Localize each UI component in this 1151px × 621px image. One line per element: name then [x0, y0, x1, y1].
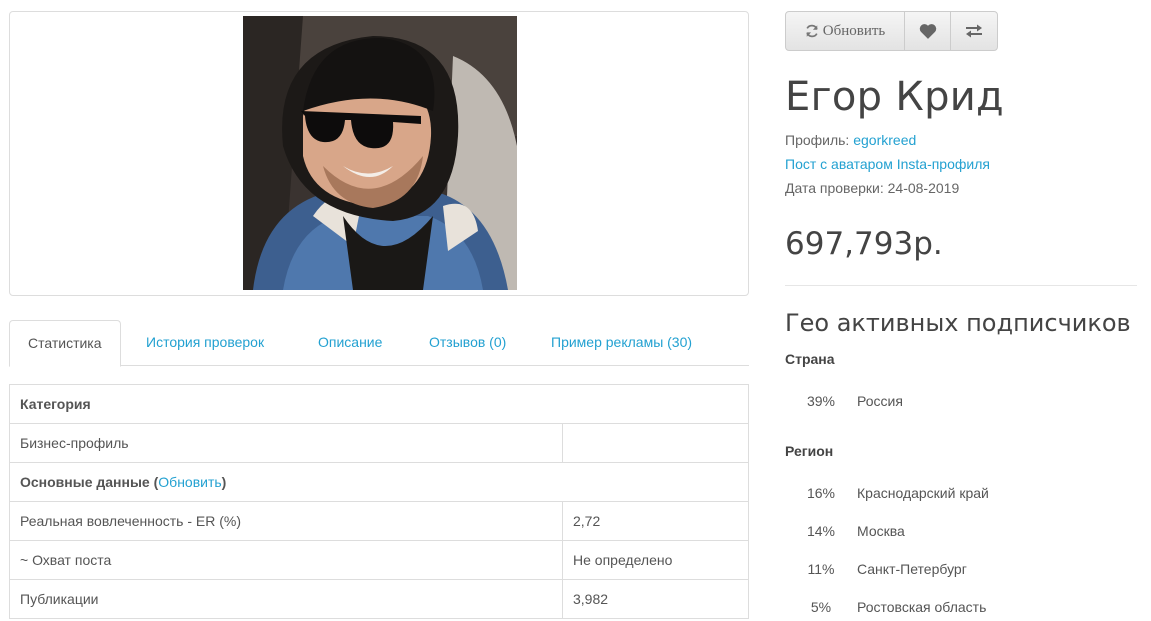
- tab-description[interactable]: Описание: [300, 320, 400, 366]
- profile-image-panel: [9, 11, 749, 296]
- geo-name: Краснодарский край: [857, 485, 989, 501]
- tab-ad-examples[interactable]: Пример рекламы (30): [533, 320, 710, 366]
- row-value: 2,72: [562, 501, 749, 541]
- geo-region-row: 11% Санкт-Петербург: [785, 561, 967, 577]
- stats-table: Категория Бизнес-профиль Основные данные…: [9, 384, 749, 619]
- avatar-post-line: Пост с аватаром Insta-профиля: [785, 156, 990, 172]
- row-label: ~ Охват поста: [9, 540, 563, 580]
- region-label: Регион: [785, 443, 834, 459]
- refresh-button-label: Обновить: [822, 22, 886, 39]
- table-section-header: Основные данные (Обновить): [9, 462, 749, 502]
- row-label: Реальная вовлеченность - ER (%): [9, 501, 563, 541]
- table-row: Реальная вовлеченность - ER (%) 2,72: [9, 501, 749, 541]
- geo-name: Санкт-Петербург: [857, 561, 967, 577]
- row-value: 3,982: [562, 579, 749, 619]
- country-label: Страна: [785, 351, 835, 367]
- refresh-icon: [806, 24, 818, 38]
- table-row: Публикации 3,982: [9, 579, 749, 619]
- geo-name: Россия: [857, 393, 903, 409]
- compare-button[interactable]: [951, 12, 997, 50]
- favorite-button[interactable]: [905, 12, 951, 50]
- geo-name: Ростовская область: [857, 599, 987, 615]
- table-row: Бизнес-профиль: [9, 423, 749, 463]
- main-data-header: Основные данные (Обновить): [9, 462, 749, 502]
- table-row: ~ Охват поста Не определено: [9, 540, 749, 580]
- tab-statistics[interactable]: Статистика: [9, 320, 121, 367]
- geo-percent: 16%: [806, 485, 836, 501]
- refresh-button[interactable]: Обновить: [786, 12, 905, 50]
- geo-title: Гео активных подписчиков: [785, 309, 1131, 337]
- geo-region-row: 16% Краснодарский край: [785, 485, 989, 501]
- tab-bar: Статистика История проверок Описание Отз…: [9, 320, 749, 367]
- profile-label: Профиль:: [785, 132, 850, 148]
- price: 697,793р.: [785, 226, 943, 262]
- compare-arrows-icon: [966, 24, 982, 38]
- profile-handle-link[interactable]: egorkreed: [853, 132, 916, 148]
- table-section-header: Категория: [9, 384, 749, 424]
- business-profile-value: [562, 423, 749, 463]
- profile-name: Егор Крид: [785, 74, 1005, 120]
- geo-country-row: 39% Россия: [785, 393, 903, 409]
- profile-photo: [243, 16, 517, 290]
- geo-percent: 11%: [807, 561, 835, 577]
- geo-percent: 39%: [806, 393, 836, 409]
- action-button-group: Обновить: [785, 11, 998, 51]
- tab-check-history[interactable]: История проверок: [128, 320, 282, 366]
- geo-percent: 14%: [806, 523, 836, 539]
- geo-percent: 5%: [810, 599, 832, 615]
- main-data-title: Основные данные: [20, 474, 150, 490]
- business-profile-label: Бизнес-профиль: [9, 423, 563, 463]
- profile-photo-illustration: [243, 16, 517, 290]
- divider: [785, 285, 1137, 286]
- geo-region-row: 5% Ростовская область: [785, 599, 986, 615]
- main-data-refresh-link[interactable]: Обновить: [158, 474, 221, 490]
- heart-icon: [919, 24, 936, 39]
- profile-handle-line: Профиль: egorkreed: [785, 132, 916, 148]
- tab-reviews[interactable]: Отзывов (0): [411, 320, 524, 366]
- category-header: Категория: [9, 384, 749, 424]
- row-value: Не определено: [562, 540, 749, 580]
- row-label: Публикации: [9, 579, 563, 619]
- check-date: Дата проверки: 24-08-2019: [785, 180, 960, 196]
- geo-region-row: 14% Москва: [785, 523, 905, 539]
- avatar-post-link[interactable]: Пост с аватаром Insta-профиля: [785, 156, 990, 172]
- geo-name: Москва: [857, 523, 905, 539]
